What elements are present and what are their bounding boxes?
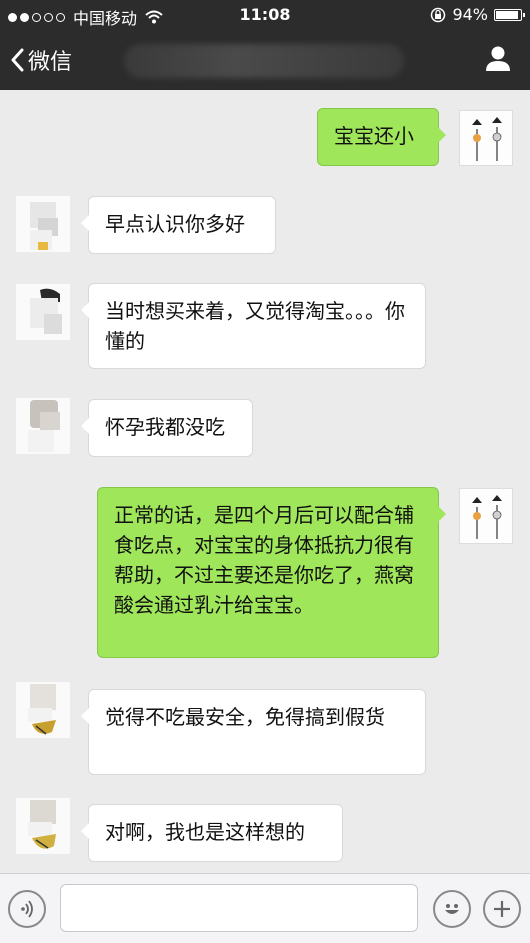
status-right: 94% <box>430 5 525 24</box>
person-icon <box>486 46 510 71</box>
message-bubble-received[interactable]: 当时想买来着，又觉得淘宝。。。你懂的 <box>81 283 426 369</box>
profile-button[interactable] <box>484 44 512 76</box>
message-bubble-received[interactable]: 早点认识你多好 <box>81 196 276 254</box>
contact-avatar[interactable] <box>16 196 70 252</box>
battery-percent: 94% <box>452 5 488 24</box>
voice-icon <box>21 900 33 918</box>
message-bubble-received[interactable]: 对啊，我也是这样想的 <box>81 804 343 862</box>
message-input[interactable] <box>60 884 418 932</box>
voice-button[interactable] <box>8 890 46 928</box>
message-bubble-received[interactable]: 觉得不吃最安全，免得搞到假货 <box>81 689 426 775</box>
rotation-lock-icon <box>431 7 446 22</box>
chat-title-redacted <box>124 44 404 78</box>
message-bubble-received[interactable]: 怀孕我都没吃 <box>81 399 253 457</box>
contact-avatar[interactable] <box>16 798 70 854</box>
nav-bar: 微信 <box>0 30 530 90</box>
my-avatar[interactable] <box>459 110 513 166</box>
my-avatar[interactable] <box>459 488 513 544</box>
contact-avatar[interactable] <box>16 398 70 454</box>
message-bubble-sent[interactable]: 宝宝还小 <box>317 108 446 166</box>
emoji-button[interactable] <box>433 890 471 928</box>
smiley-icon <box>445 904 459 914</box>
chevron-left-icon <box>11 48 24 72</box>
chat-area[interactable]: 宝宝还小 早点认识你多好 当时想买来着，又觉得淘宝。。。你懂的 怀孕我都没吃 正… <box>0 90 530 873</box>
back-button[interactable]: 微信 <box>10 44 72 76</box>
more-button[interactable] <box>483 890 521 928</box>
message-bubble-sent[interactable]: 正常的话，是四个月后可以配合辅食吃点，对宝宝的身体抵抗力很有帮助，不过主要还是你… <box>97 487 446 658</box>
input-bar <box>0 873 530 943</box>
back-label: 微信 <box>28 50 73 75</box>
contact-avatar[interactable] <box>16 682 70 738</box>
contact-avatar[interactable] <box>16 284 70 340</box>
plus-icon <box>494 901 510 917</box>
battery-icon <box>494 8 525 21</box>
status-bar: 中国移动 11:08 94% <box>0 0 530 30</box>
